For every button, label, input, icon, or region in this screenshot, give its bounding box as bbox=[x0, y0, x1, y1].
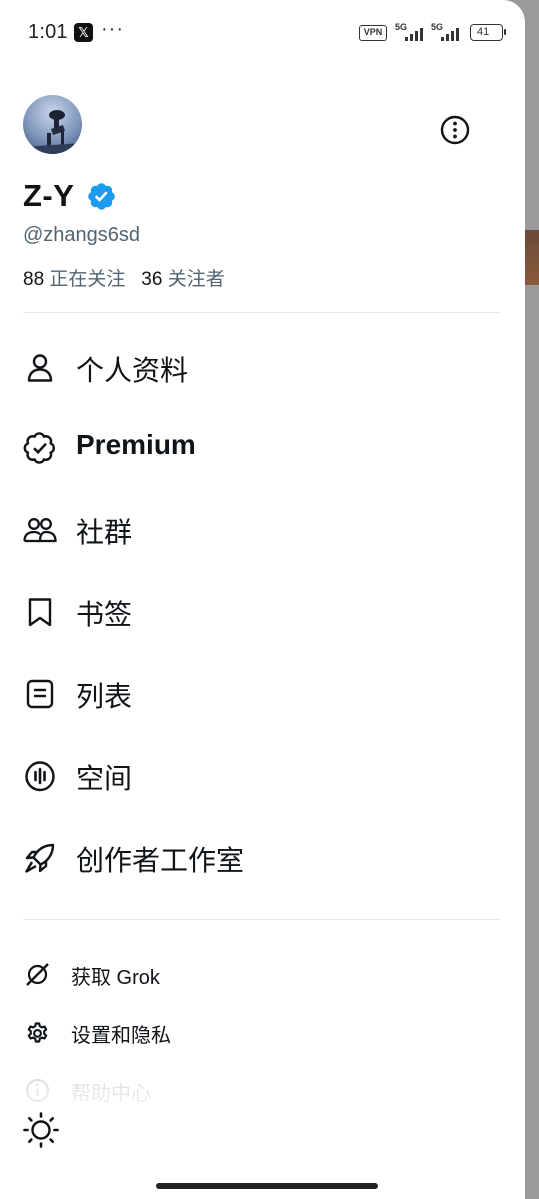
vpn-icon: VPN bbox=[359, 25, 387, 41]
bookmark-icon bbox=[28, 598, 52, 627]
menu-item-help-center[interactable]: 帮助中心 bbox=[0, 1069, 525, 1109]
background-media-strip bbox=[523, 230, 539, 285]
followers-count: 36 bbox=[141, 269, 163, 290]
menu-item-settings-privacy[interactable]: 设置和隐私 bbox=[0, 1011, 525, 1051]
menu-item-creator-studio[interactable]: 创作者工作室 bbox=[0, 826, 525, 888]
divider bbox=[23, 312, 501, 313]
help-icon bbox=[25, 1078, 50, 1103]
status-bar: 1:01 𝕏 ··· VPN 5G 5G 41 bbox=[0, 0, 525, 64]
gear-icon bbox=[27, 1022, 48, 1043]
display-theme-button[interactable] bbox=[22, 1111, 60, 1149]
menu-item-label: 书签 bbox=[76, 599, 133, 630]
user-handle[interactable]: @zhangs6sd bbox=[23, 224, 140, 247]
signal-icon-sim1: 5G bbox=[395, 22, 429, 42]
follow-stats: 88 正在关注 36 关注者 bbox=[23, 264, 225, 291]
menu-item-bookmarks[interactable]: 书签 bbox=[0, 580, 525, 642]
battery-level: 41 bbox=[477, 26, 490, 38]
sun-icon bbox=[23, 1112, 59, 1148]
menu-item-label: 设置和隐私 bbox=[71, 1025, 171, 1047]
menu-item-label: 获取 Grok bbox=[71, 967, 160, 989]
menu-item-lists[interactable]: 列表 bbox=[0, 662, 525, 724]
signal-icon-sim2: 5G bbox=[431, 22, 465, 42]
menu-item-label: 创作者工作室 bbox=[76, 845, 245, 876]
account-options-button[interactable] bbox=[439, 114, 471, 146]
communities-icon bbox=[23, 518, 57, 543]
navigation-drawer: 1:01 𝕏 ··· VPN 5G 5G 41 Z-Y @zhangs6sd 8… bbox=[0, 0, 525, 1199]
following-count: 88 bbox=[23, 269, 45, 290]
verified-badge-outline-icon bbox=[23, 432, 56, 464]
battery-icon: 41 bbox=[470, 24, 506, 41]
more-notifications-icon: ··· bbox=[101, 18, 124, 40]
followers-link[interactable]: 36 关注者 bbox=[141, 269, 224, 290]
menu-item-label: 空间 bbox=[76, 763, 133, 794]
rocket-icon bbox=[25, 843, 55, 873]
x-app-notification-icon: 𝕏 bbox=[74, 23, 93, 42]
followers-label: 关注者 bbox=[167, 269, 225, 290]
menu-item-label: Premium bbox=[76, 429, 196, 460]
status-time: 1:01 bbox=[28, 21, 68, 43]
menu-item-label: 个人资料 bbox=[76, 355, 189, 386]
divider bbox=[23, 919, 501, 920]
menu-item-get-grok[interactable]: 获取 Grok bbox=[0, 953, 525, 993]
menu-item-communities[interactable]: 社群 bbox=[0, 498, 525, 560]
person-icon bbox=[27, 354, 53, 382]
grok-icon bbox=[26, 963, 49, 986]
menu-item-label: 列表 bbox=[76, 681, 133, 712]
list-icon bbox=[26, 679, 54, 709]
menu-item-spaces[interactable]: 空间 bbox=[0, 744, 525, 806]
following-link[interactable]: 88 正在关注 bbox=[23, 269, 131, 290]
display-name[interactable]: Z-Y bbox=[23, 178, 74, 214]
menu-item-label: 社群 bbox=[76, 517, 133, 548]
menu-item-label: 帮助中心 bbox=[71, 1083, 151, 1105]
menu-item-premium[interactable]: Premium bbox=[0, 416, 525, 478]
verified-badge-icon bbox=[86, 181, 117, 212]
avatar[interactable] bbox=[23, 95, 82, 154]
menu-item-profile[interactable]: 个人资料 bbox=[0, 336, 525, 398]
following-label: 正在关注 bbox=[49, 269, 126, 290]
home-indicator[interactable] bbox=[156, 1183, 378, 1189]
spaces-icon bbox=[25, 761, 55, 792]
more-circle-icon bbox=[440, 115, 470, 145]
